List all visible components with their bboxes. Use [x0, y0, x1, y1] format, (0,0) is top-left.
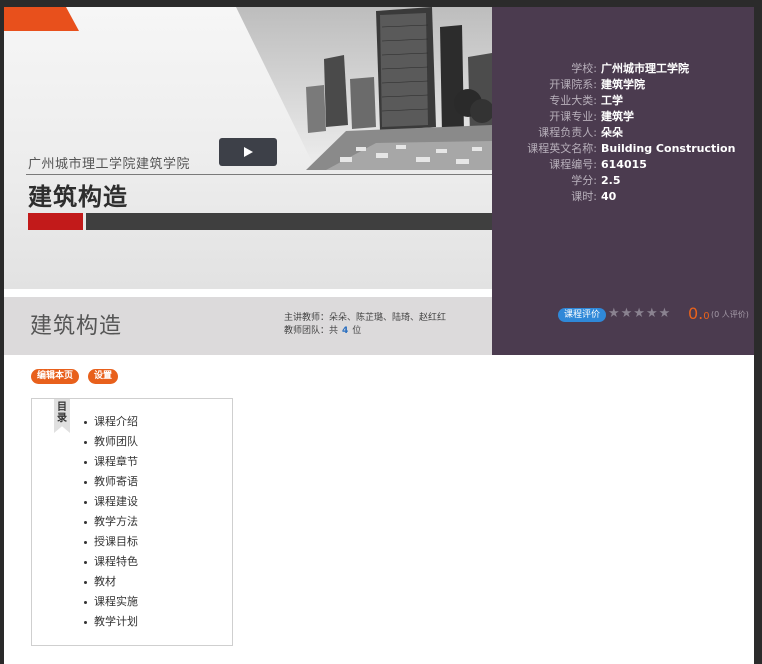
toc-item-message[interactable]: 教师寄语 — [84, 472, 138, 492]
toc-ribbon: 目录 — [54, 399, 70, 433]
rating-count: (0 人评价) — [711, 310, 749, 319]
window-right-edge — [754, 7, 762, 664]
info-value: 40 — [601, 190, 617, 203]
info-label: 开课院系: — [549, 78, 597, 91]
info-value: 建筑学院 — [601, 78, 645, 91]
info-value: 广州城市理工学院 — [601, 62, 689, 75]
toc-item-features[interactable]: 课程特色 — [84, 552, 138, 572]
course-title-bar: 建筑构造 主讲教师：朵朵、陈芷璐、陆琦、赵红红 教师团队：共 4 位 — [4, 297, 492, 355]
rating-score-main: 0. — [688, 304, 704, 323]
toc-item-intro[interactable]: 课程介绍 — [84, 412, 138, 432]
info-label: 专业大类: — [549, 94, 597, 107]
info-row-school: 学校: 广州城市理工学院 — [492, 61, 754, 77]
info-label: 学分: — [571, 174, 597, 187]
info-row-hours: 课时: 40 — [492, 189, 754, 205]
course-banner: 广州城市理工学院建筑学院 建筑构造 — [4, 7, 492, 289]
toc-item-textbook[interactable]: 教材 — [84, 572, 138, 592]
info-row-department: 开课院系: 建筑学院 — [492, 77, 754, 93]
info-value: 朵朵 — [601, 126, 623, 139]
banner-gray-bar — [86, 213, 492, 230]
team-suffix: 位 — [352, 326, 362, 336]
table-of-contents: 目录 课程介绍 教师团队 课程章节 教师寄语 课程建设 教学方法 授课目标 课程… — [31, 398, 233, 646]
info-value: Building Construction — [601, 142, 736, 155]
banner-course-title: 建筑构造 — [28, 183, 128, 211]
info-row-credits: 学分: 2.5 — [492, 173, 754, 189]
info-label: 课程英文名称: — [527, 142, 597, 155]
teacher-info: 主讲教师：朵朵、陈芷璐、陆琦、赵红红 教师团队：共 4 位 — [284, 312, 446, 338]
banner-orange-tab — [4, 7, 79, 31]
toc-item-plan[interactable]: 教学计划 — [84, 612, 138, 632]
team-size: 教师团队：共 4 位 — [284, 325, 446, 338]
info-label: 课时: — [571, 190, 597, 203]
toc-item-implementation[interactable]: 课程实施 — [84, 592, 138, 612]
info-row-code: 课程编号: 614015 — [492, 157, 754, 173]
course-rating-badge[interactable]: 课程评价 — [558, 308, 607, 322]
rating-stars-icon[interactable]: ★★★★★ — [608, 306, 671, 321]
info-label: 开课专业: — [549, 110, 597, 123]
toc-list: 课程介绍 教师团队 课程章节 教师寄语 课程建设 教学方法 授课目标 课程特色 … — [84, 412, 138, 632]
info-label: 学校: — [571, 62, 597, 75]
rating-score-sub: 0 — [703, 311, 710, 322]
info-value: 建筑学 — [601, 110, 634, 123]
video-play-button[interactable] — [219, 138, 277, 166]
team-prefix: 教师团队：共 — [284, 326, 339, 336]
toc-item-team[interactable]: 教师团队 — [84, 432, 138, 452]
info-value: 2.5 — [601, 174, 621, 187]
course-page: 广州城市理工学院建筑学院 建筑构造 学校: 广州城市理工学院 开课院系: 建筑学… — [4, 7, 754, 664]
course-info-panel: 学校: 广州城市理工学院 开课院系: 建筑学院 专业大类: 工学 开课专业: 建… — [492, 7, 754, 355]
course-name: 建筑构造 — [30, 314, 123, 339]
info-row-owner: 课程负责人: 朵朵 — [492, 125, 754, 141]
banner-school-name: 广州城市理工学院建筑学院 — [28, 157, 191, 172]
banner-red-bar — [28, 213, 83, 230]
toc-item-construction[interactable]: 课程建设 — [84, 492, 138, 512]
info-row-category: 专业大类: 工学 — [492, 93, 754, 109]
info-label: 课程负责人: — [538, 126, 597, 139]
toc-item-methods[interactable]: 教学方法 — [84, 512, 138, 532]
edit-page-button[interactable]: 编辑本页 — [31, 369, 80, 384]
rating-score: 0.0 — [688, 304, 710, 323]
lead-teachers: 主讲教师：朵朵、陈芷璐、陆琦、赵红红 — [284, 313, 447, 323]
toc-item-goals[interactable]: 授课目标 — [84, 532, 138, 552]
info-label: 课程编号: — [549, 158, 597, 171]
toc-item-chapters[interactable]: 课程章节 — [84, 452, 138, 472]
window-top-bar — [0, 0, 762, 7]
info-value: 614015 — [601, 158, 647, 171]
team-count: 4 — [342, 326, 349, 336]
info-value: 工学 — [601, 94, 623, 107]
play-icon — [244, 147, 253, 157]
settings-button[interactable]: 设置 — [88, 369, 119, 384]
banner-divider — [26, 174, 492, 175]
info-row-english-name: 课程英文名称: Building Construction — [492, 141, 754, 157]
info-row-major: 开课专业: 建筑学 — [492, 109, 754, 125]
